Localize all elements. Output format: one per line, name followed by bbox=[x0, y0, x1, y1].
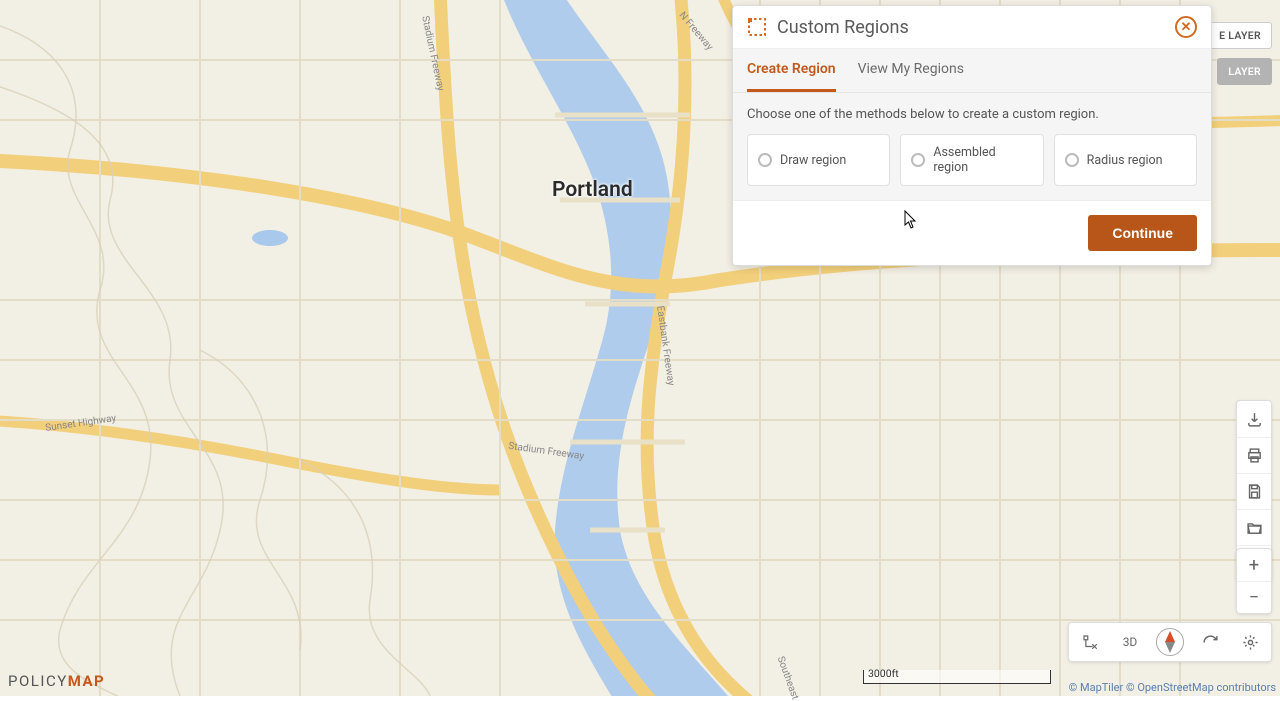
option-assembled-region[interactable]: Assembled region bbox=[900, 134, 1043, 186]
save-button[interactable] bbox=[1237, 473, 1271, 509]
map-attribution: © MapTiler © OpenStreetMap contributors bbox=[1069, 681, 1276, 694]
radio-icon bbox=[1065, 153, 1079, 167]
option-radius-region[interactable]: Radius region bbox=[1054, 134, 1197, 186]
panel-title: Custom Regions bbox=[777, 17, 1175, 38]
tab-create-region[interactable]: Create Region bbox=[747, 49, 836, 92]
scale-bar: 3000ft bbox=[863, 670, 1051, 684]
continue-button[interactable]: Continue bbox=[1088, 215, 1197, 251]
panel-instruction: Choose one of the methods below to creat… bbox=[747, 107, 1197, 122]
map-city-label: Portland bbox=[552, 178, 633, 202]
panel-tabs: Create Region View My Regions bbox=[733, 49, 1211, 93]
select-tool-button[interactable] bbox=[1073, 627, 1107, 657]
tab-view-my-regions[interactable]: View My Regions bbox=[858, 49, 964, 92]
print-button[interactable] bbox=[1237, 437, 1271, 473]
custom-region-icon bbox=[747, 17, 767, 37]
option-draw-label: Draw region bbox=[780, 153, 846, 168]
refresh-button[interactable] bbox=[1193, 627, 1227, 657]
open-button[interactable] bbox=[1237, 509, 1271, 545]
custom-regions-panel: Custom Regions ✕ Create Region View My R… bbox=[732, 5, 1212, 266]
download-button[interactable] bbox=[1237, 401, 1271, 437]
option-assembled-label: Assembled region bbox=[933, 145, 1032, 175]
settings-button[interactable] bbox=[1233, 627, 1267, 657]
logo-part-a: POLICY bbox=[8, 672, 68, 690]
compass-button[interactable] bbox=[1153, 627, 1187, 657]
close-icon: ✕ bbox=[1181, 20, 1192, 35]
zoom-in-button[interactable]: + bbox=[1237, 549, 1271, 581]
add-layer-button[interactable]: LAYER bbox=[1217, 58, 1272, 85]
close-button[interactable]: ✕ bbox=[1175, 16, 1197, 38]
radio-icon bbox=[758, 153, 772, 167]
zoom-controls: + − bbox=[1236, 548, 1272, 614]
policymap-logo: POLICYMAP bbox=[8, 672, 105, 690]
radio-icon bbox=[911, 153, 925, 167]
map-control-bar: 3D bbox=[1068, 622, 1272, 662]
logo-part-b: MAP bbox=[68, 672, 106, 690]
plus-icon: + bbox=[1249, 555, 1259, 576]
3d-toggle-button[interactable]: 3D bbox=[1113, 627, 1147, 657]
base-layer-button[interactable]: E LAYER bbox=[1208, 22, 1272, 49]
compass-icon bbox=[1156, 628, 1184, 656]
option-radius-label: Radius region bbox=[1087, 153, 1163, 168]
option-draw-region[interactable]: Draw region bbox=[747, 134, 890, 186]
zoom-out-button[interactable]: − bbox=[1237, 581, 1271, 613]
minus-icon: − bbox=[1249, 587, 1259, 608]
